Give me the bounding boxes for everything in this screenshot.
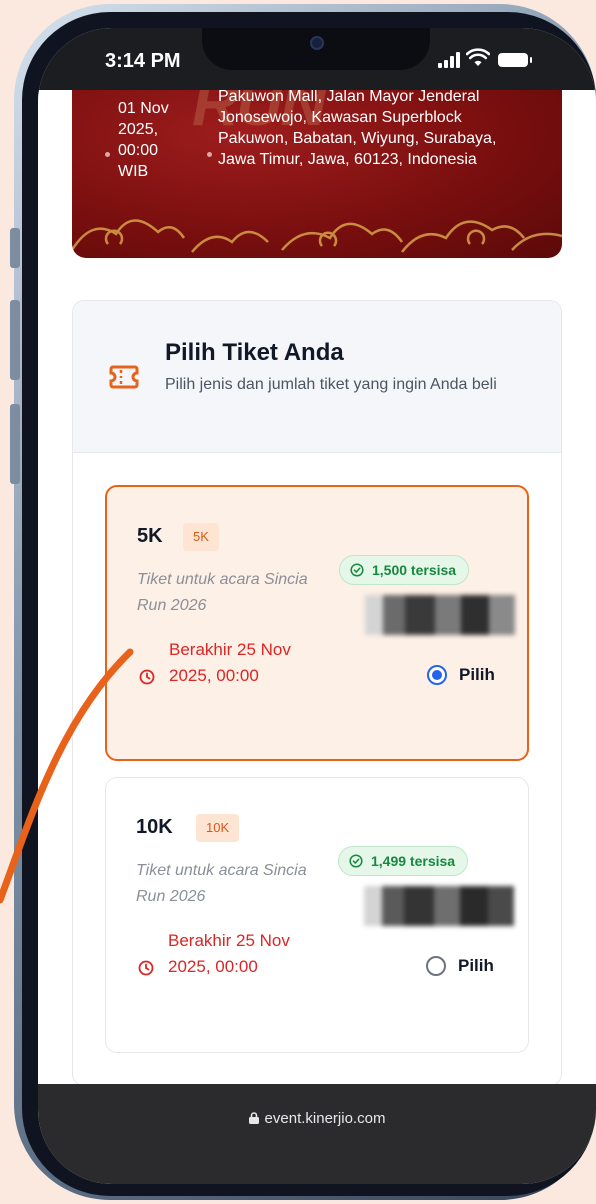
- event-banner: RUN 01 Nov 2025, 00:00 WIB Pakuwon Mall,…: [72, 90, 562, 258]
- ticket-badge: 10K: [196, 814, 240, 842]
- stock-badge: 1,499 tersisa: [338, 846, 469, 876]
- browser-url-bar[interactable]: event.kinerjio.com: [38, 1084, 596, 1184]
- ticket-price-blurred: [364, 886, 514, 926]
- radio-button[interactable]: [427, 665, 447, 685]
- location-bullet: [207, 152, 212, 157]
- date-bullet: [105, 152, 110, 157]
- ticket-selection-header: Pilih Tiket Anda Pilih jenis dan jumlah …: [73, 301, 561, 453]
- phone-screen: 3:14 PM RUN 01 Nov 2025, 00:00 WIB Pakuw…: [38, 28, 596, 1184]
- page-content[interactable]: RUN 01 Nov 2025, 00:00 WIB Pakuwon Mall,…: [38, 90, 596, 1084]
- cloud-ornament-icon: [72, 219, 562, 253]
- ticket-price-blurred: [365, 595, 515, 635]
- lock-icon: [248, 1112, 259, 1124]
- ticket-name: 10K: [136, 816, 173, 838]
- stock-badge: 1,500 tersisa: [339, 555, 470, 585]
- ticket-selection-card: Pilih Tiket Anda Pilih jenis dan jumlah …: [72, 300, 562, 1084]
- check-circle-icon: [349, 854, 363, 868]
- radio-button[interactable]: [426, 956, 446, 976]
- ticket-option-5k[interactable]: 5K 5K Tiket untuk acara Sincia Run 2026 …: [105, 485, 529, 761]
- dynamic-notch: [202, 28, 430, 70]
- wifi-icon: [466, 48, 490, 66]
- mute-switch: [10, 228, 20, 268]
- section-subtitle: Pilih jenis dan jumlah tiket yang ingin …: [165, 376, 497, 393]
- ticket-option-10k[interactable]: 10K 10K Tiket untuk acara Sincia Run 202…: [105, 777, 529, 1053]
- camera-icon: [310, 36, 324, 50]
- event-location: Pakuwon Mall, Jalan Mayor Jenderal Jonos…: [218, 90, 497, 168]
- ticket-deadline: Berakhir 25 Nov 2025, 00:00: [168, 931, 290, 976]
- battery-icon: [498, 53, 532, 67]
- status-time: 3:14 PM: [105, 50, 181, 72]
- ticket-description: Tiket untuk acara Sincia Run 2026: [137, 571, 308, 614]
- url-display[interactable]: event.kinerjio.com: [38, 1110, 596, 1127]
- volume-up-button: [10, 300, 20, 380]
- radio-label: Pilih: [458, 956, 494, 975]
- clock-icon: [139, 669, 155, 685]
- ticket-icon: [109, 365, 139, 389]
- section-title: Pilih Tiket Anda: [165, 339, 344, 366]
- ticket-deadline: Berakhir 25 Nov 2025, 00:00: [169, 640, 291, 685]
- event-date: 01 Nov 2025, 00:00 WIB: [118, 100, 169, 180]
- ticket-badge: 5K: [183, 523, 219, 551]
- select-radio-5k[interactable]: Pilih: [427, 663, 495, 687]
- ticket-name: 5K: [137, 525, 163, 547]
- status-bar: 3:14 PM: [38, 28, 596, 90]
- radio-label: Pilih: [459, 665, 495, 684]
- clock-icon: [138, 960, 154, 976]
- signal-icon: [438, 52, 460, 68]
- ticket-description: Tiket untuk acara Sincia Run 2026: [136, 862, 307, 905]
- check-circle-icon: [350, 563, 364, 577]
- select-radio-10k[interactable]: Pilih: [426, 954, 494, 978]
- volume-down-button: [10, 404, 20, 484]
